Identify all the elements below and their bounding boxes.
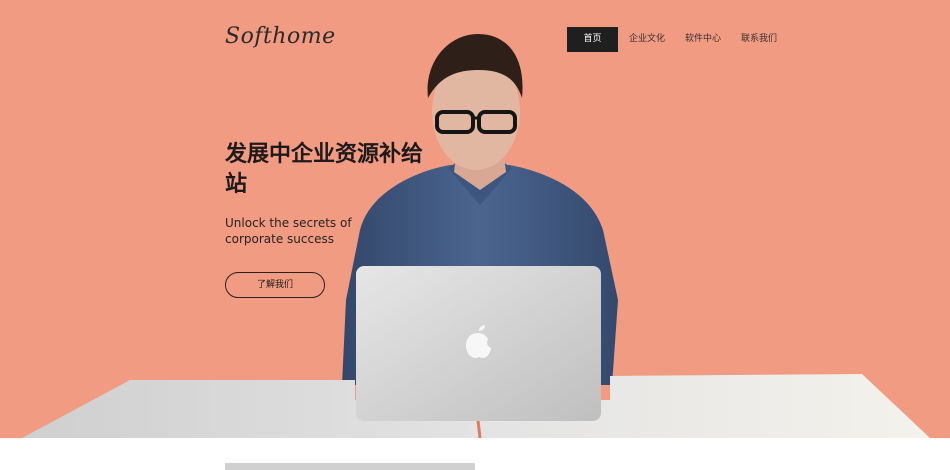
nav-item-software[interactable]: 软件中心 [675,27,731,52]
learn-more-button[interactable]: 了解我们 [225,272,325,298]
nav-item-contact[interactable]: 联系我们 [731,27,787,52]
hero-photo [22,34,930,438]
hero-section: Softhome 首页 企业文化 软件中心 联系我们 发展中企业资源补给站 Un… [0,0,950,438]
next-section-image [225,463,475,470]
hero-subheadline: Unlock the secrets of corporate success [225,216,352,246]
desk-seam [476,419,482,438]
main-nav: 首页 企业文化 软件中心 联系我们 [567,27,787,52]
hero-headline: 发展中企业资源补给站 [225,142,424,197]
site-logo[interactable]: Softhome [225,24,336,49]
nav-item-culture[interactable]: 企业文化 [619,27,675,52]
nav-item-home[interactable]: 首页 [567,27,618,52]
